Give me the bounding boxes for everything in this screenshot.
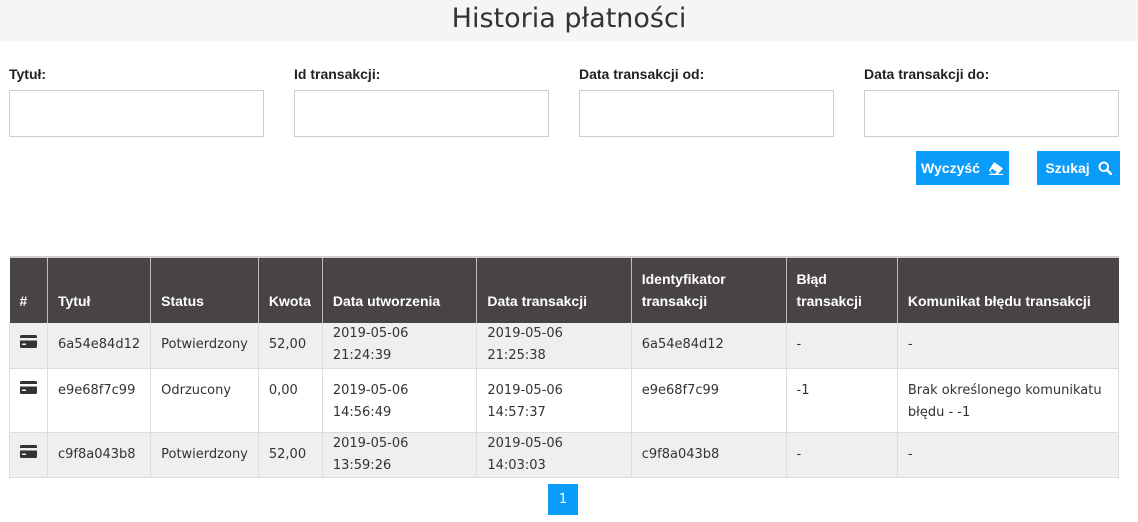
header-transaction-date: Data transakcji — [476, 256, 632, 323]
row-amount: 0,00 — [258, 368, 323, 433]
transaction-id-label: Id transakcji: — [294, 66, 381, 82]
row-transaction-date: 2019-05-06 14:03:03 — [476, 432, 632, 478]
row-created: 2019-05-06 13:59:26 — [322, 432, 478, 478]
title-filter-label: Tytuł: — [9, 66, 47, 82]
search-button[interactable]: Szukaj — [1037, 151, 1120, 185]
header-created: Data utworzenia — [322, 256, 478, 323]
page-header: Historia płatności — [0, 0, 1138, 41]
row-icon-cell — [9, 368, 48, 433]
header-index: # — [9, 256, 48, 323]
row-transaction-date: 2019-05-06 14:57:37 — [476, 368, 632, 433]
row-created: 2019-05-06 14:56:49 — [322, 368, 478, 433]
header-identifier-line1: Identyfikator — [641, 271, 726, 287]
page-title: Historia płatności — [451, 3, 687, 34]
search-button-label: Szukaj — [1045, 160, 1090, 176]
row-title: e9e68f7c99 — [47, 368, 152, 433]
row-transaction-date: 2019-05-06 21:25:38 — [476, 323, 632, 369]
header-error: Błąd transakcji — [786, 256, 898, 323]
header-identifier-line2: transakcji — [641, 293, 708, 309]
row-status: Odrzucony — [150, 368, 259, 433]
header-error-line1: Błąd — [796, 271, 827, 287]
title-filter: Tytuł: — [9, 64, 265, 137]
date-from-filter: Data transakcji od: — [579, 64, 835, 137]
row-created: 2019-05-06 21:24:39 — [322, 323, 478, 369]
clear-button-label: Wyczyść — [921, 160, 980, 176]
header-title: Tytuł — [47, 256, 152, 323]
row-error: - — [786, 432, 898, 478]
row-error: - — [786, 323, 898, 369]
header-identifier: Identyfikator transakcji — [631, 256, 787, 323]
header-amount: Kwota — [258, 256, 323, 323]
transaction-id-input[interactable] — [294, 90, 549, 137]
row-error-message: - — [897, 323, 1120, 369]
date-to-label: Data transakcji do: — [864, 66, 990, 82]
table-row[interactable]: c9f8a043b8 Potwierdzony 52,00 2019-05-06… — [9, 432, 1120, 478]
header-error-message: Komunikat błędu transakcji — [897, 256, 1119, 323]
table-row[interactable]: e9e68f7c99 Odrzucony 0,00 2019-05-06 14:… — [9, 368, 1120, 433]
row-amount: 52,00 — [258, 432, 323, 478]
search-icon — [1098, 161, 1112, 175]
payments-table: # Tytuł Status Kwota Data utworzenia Dat… — [9, 256, 1120, 478]
row-error: -1 — [786, 368, 898, 433]
date-to-filter: Data transakcji do: — [864, 64, 1120, 137]
date-from-input[interactable] — [579, 90, 834, 137]
transaction-id-filter: Id transakcji: — [294, 64, 550, 137]
row-icon-cell — [9, 323, 48, 369]
credit-card-icon — [20, 380, 37, 394]
credit-card-icon — [20, 335, 37, 349]
title-input[interactable] — [9, 90, 264, 137]
row-identifier: c9f8a043b8 — [631, 432, 787, 478]
credit-card-icon — [20, 444, 37, 458]
date-from-label: Data transakcji od: — [579, 66, 705, 82]
row-icon-cell — [9, 432, 48, 478]
header-error-line2: transakcji — [796, 293, 862, 309]
table-row[interactable]: 6a54e84d12 Potwierdzony 52,00 2019-05-06… — [9, 323, 1120, 369]
row-identifier: e9e68f7c99 — [631, 368, 787, 433]
row-title: 6a54e84d12 — [47, 323, 152, 369]
eraser-icon — [988, 162, 1003, 175]
row-amount: 52,00 — [258, 323, 323, 369]
row-status: Potwierdzony — [150, 323, 259, 369]
row-error-message: Brak określonego komunikatu błędu - -1 — [897, 368, 1120, 433]
row-identifier: 6a54e84d12 — [631, 323, 787, 369]
row-title: c9f8a043b8 — [47, 432, 152, 478]
date-to-input[interactable] — [864, 90, 1119, 137]
header-status: Status — [150, 256, 259, 323]
pagination-page-1[interactable]: 1 — [548, 484, 578, 515]
row-status: Potwierdzony — [150, 432, 259, 478]
clear-button[interactable]: Wyczyść — [916, 151, 1009, 185]
row-error-message: - — [897, 432, 1120, 478]
table-header-row: # Tytuł Status Kwota Data utworzenia Dat… — [9, 256, 1119, 323]
